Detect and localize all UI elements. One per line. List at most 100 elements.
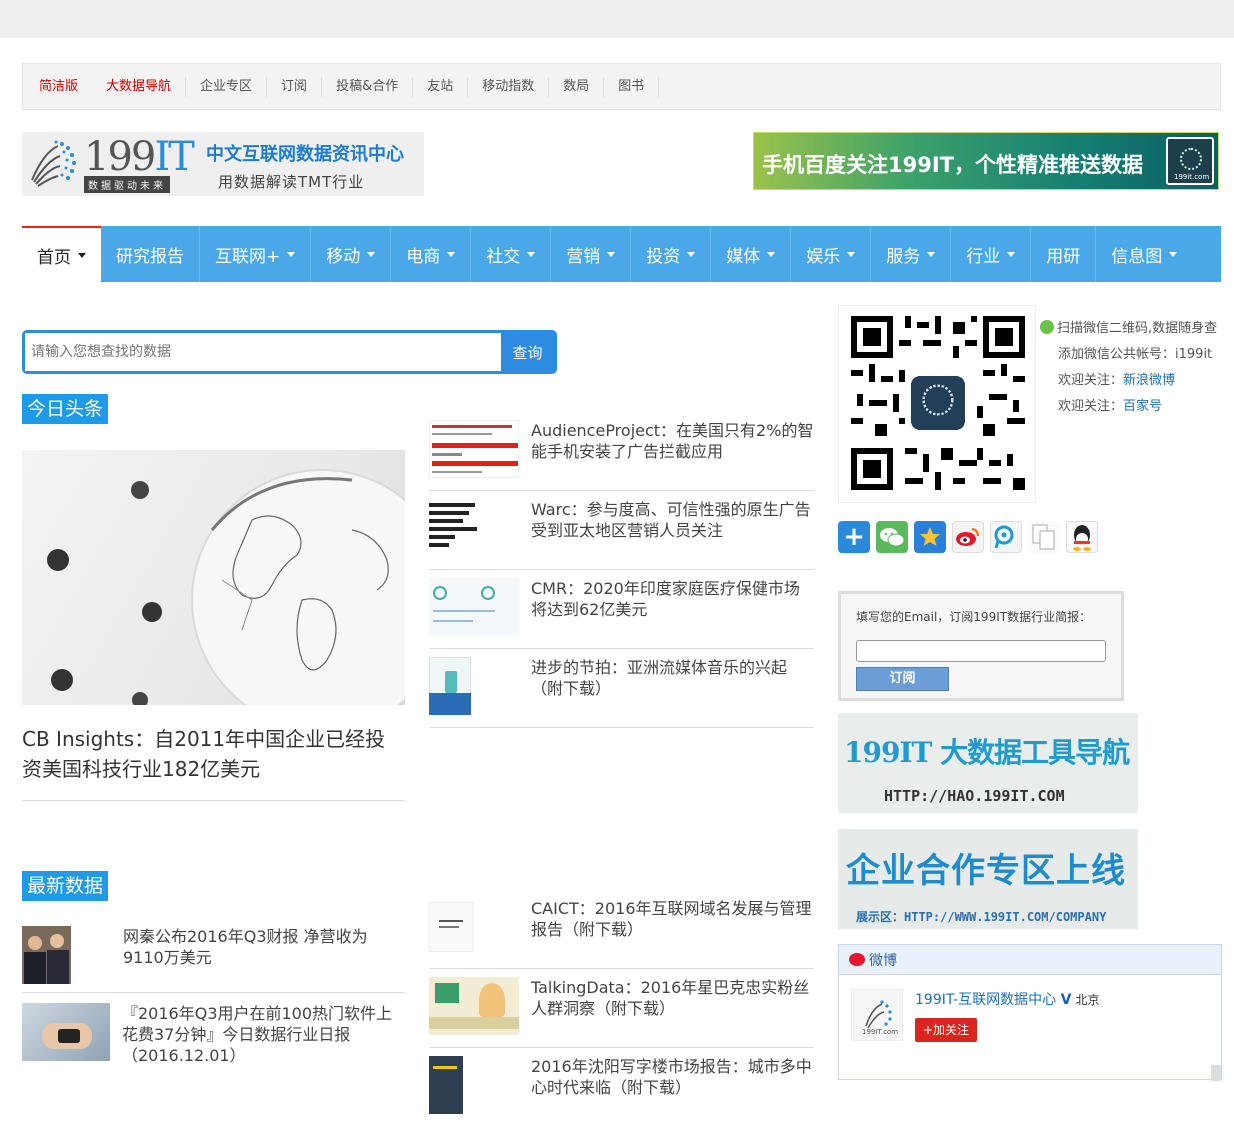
- follow-label: 欢迎关注：: [1058, 373, 1124, 388]
- weibo-link[interactable]: 新浪微博: [1123, 373, 1175, 388]
- ad-company-title: 企业合作专区上线: [846, 851, 1126, 891]
- nav-item-reports[interactable]: 研究报告: [101, 226, 200, 282]
- latest-title: 最新数据: [22, 871, 109, 901]
- scrollbar[interactable]: [1211, 1065, 1221, 1081]
- ad-tools-title: 199IT 大数据工具导航: [844, 736, 1130, 769]
- tencent-weibo-icon[interactable]: [990, 521, 1022, 553]
- toplink-friends[interactable]: 友站: [413, 76, 469, 97]
- follow-button[interactable]: +加关注: [915, 1018, 977, 1042]
- subscribe-button[interactable]: 订阅: [856, 667, 949, 691]
- top-links-bar: 简洁版 大数据导航 企业专区 订阅 投稿&合作 友站 移动指数 数局 图书: [22, 63, 1221, 110]
- nav-item-ecommerce[interactable]: 电商: [391, 226, 472, 282]
- plus-icon[interactable]: +: [838, 521, 870, 553]
- email-field[interactable]: [856, 640, 1106, 662]
- feature-image[interactable]: [22, 450, 405, 705]
- wechat-icon: [1040, 320, 1054, 334]
- ad-company-url: 展示区：HTTP://WWW.199IT.COM/COMPANY: [856, 910, 1107, 924]
- chevron-down-icon: [1007, 251, 1016, 257]
- baidu-follow-banner[interactable]: 手机百度关注199IT，个性精准推送数据 199it.com: [753, 132, 1219, 190]
- headlines-title: 今日头条: [22, 394, 109, 424]
- weibo-header: 微博: [839, 945, 1221, 975]
- list-item-title: AudienceProject：在美国只有2%的智能手机安装了广告拦截应用: [531, 421, 814, 461]
- baijia-link[interactable]: 百家号: [1123, 399, 1162, 414]
- chevron-down-icon: [78, 252, 86, 258]
- chevron-down-icon: [607, 251, 616, 257]
- ad-tools-url: HTTP://HAO.199IT.COM: [884, 787, 1065, 805]
- list-item[interactable]: AudienceProject：在美国只有2%的智能手机安装了广告拦截应用: [429, 412, 814, 491]
- search-button[interactable]: 查询: [501, 333, 554, 371]
- subscribe-label: 填写您的Email，订阅199IT数据行业简报：: [856, 610, 1092, 624]
- avatar[interactable]: 199IT.com: [851, 989, 903, 1041]
- logo-number: 199: [84, 134, 156, 180]
- chevron-down-icon: [1169, 251, 1178, 257]
- toplink-shuju[interactable]: 数局: [549, 76, 605, 97]
- toplink-mobile-index[interactable]: 移动指数: [468, 76, 550, 97]
- list-item[interactable]: CMR：2020年印度家庭医疗保健市场将达到62亿美元: [429, 570, 814, 649]
- list-item-title: 进步的节拍：亚洲流媒体音乐的兴起（附下载）: [531, 658, 788, 698]
- chevron-down-icon: [927, 251, 936, 257]
- banner-text: 手机百度关注199IT，个性精准推送数据: [762, 153, 1143, 177]
- logo-subtitle: 用数据解读TMT行业: [218, 173, 365, 191]
- qq-icon[interactable]: [1066, 521, 1098, 553]
- list-item-title: 网秦公布2016年Q3财报 净营收为9110万美元: [123, 927, 368, 967]
- search-input[interactable]: [25, 333, 501, 371]
- chevron-down-icon: [527, 251, 536, 257]
- list-item[interactable]: CAICT：2016年互联网域名发展与管理报告（附下载）: [429, 890, 814, 969]
- nav-item-industry[interactable]: 行业: [951, 226, 1032, 282]
- list-item-title: Warc：参与度高、可信性强的原生广告受到亚太地区营销人员关注: [531, 500, 811, 540]
- list-item[interactable]: 『2016年Q3用户在前100热门软件上花费37分钟』今日数据行业日报（2016…: [22, 1003, 405, 1074]
- nav-item-media[interactable]: 媒体: [711, 226, 792, 282]
- qr-code-icon: [851, 316, 1025, 490]
- nav-item-marketing[interactable]: 营销: [551, 226, 632, 282]
- toplink-subscribe[interactable]: 订阅: [267, 76, 323, 97]
- nav-item-internet-plus[interactable]: 互联网+: [200, 226, 312, 282]
- chart-thumbnail: [429, 499, 519, 557]
- qzone-icon[interactable]: [914, 521, 946, 553]
- wechat-qr-code: [838, 305, 1036, 503]
- wechat-account-label: 添加微信公共帐号：: [1058, 347, 1176, 362]
- list-item-title: CMR：2020年印度家庭医疗保健市场将达到62亿美元: [531, 579, 800, 619]
- banner-logo-icon: 199it.com: [1166, 137, 1214, 185]
- wechat-account: i199it: [1175, 347, 1213, 362]
- report-cover-thumbnail: [429, 657, 519, 715]
- wechat-icon[interactable]: [876, 521, 908, 553]
- chevron-down-icon: [687, 251, 696, 257]
- list-item[interactable]: Warc：参与度高、可信性强的原生广告受到亚太地区营销人员关注: [429, 491, 814, 570]
- list-item[interactable]: 2016年沈阳写字楼市场报告：城市多中心时代来临（附下载）: [429, 1048, 814, 1126]
- toplink-books[interactable]: 图书: [604, 76, 660, 97]
- nav-item-entertainment[interactable]: 娱乐: [791, 226, 872, 282]
- nav-item-infographics[interactable]: 信息图: [1096, 226, 1192, 282]
- site-logo[interactable]: 199IT 数据驱动未来 中文互联网数据资讯中心 用数据解读TMT行业: [22, 132, 424, 196]
- chevron-down-icon: [287, 251, 296, 257]
- toplink-bigdata-nav[interactable]: 大数据导航: [92, 76, 187, 97]
- list-item-title: CAICT：2016年互联网域名发展与管理报告（附下载）: [531, 899, 812, 939]
- verified-icon: V: [1060, 992, 1072, 1008]
- company-zone-ad[interactable]: 企业合作专区上线 展示区：HTTP://WWW.199IT.COM/COMPAN…: [838, 829, 1138, 929]
- report-cover-thumbnail: [429, 977, 519, 1035]
- weibo-location: 北京: [1075, 993, 1100, 1007]
- chevron-down-icon: [447, 251, 456, 257]
- search-bar: 查询: [22, 330, 557, 374]
- wechat-scan-text: 扫描微信二维码,数据随身查: [1057, 321, 1218, 336]
- nav-item-home[interactable]: 首页: [22, 226, 101, 282]
- nav-item-mobile[interactable]: 移动: [311, 226, 392, 282]
- weibo-account[interactable]: 199IT-互联网数据中心 V 北京: [915, 989, 1099, 1009]
- main-nav: 首页 研究报告 互联网+ 移动 电商 社交 营销 投资 媒体 娱乐 服务 行业 …: [22, 226, 1221, 282]
- list-item[interactable]: 进步的节拍：亚洲流媒体音乐的兴起（附下载）: [429, 649, 814, 728]
- feature-caption[interactable]: CB Insights：自2011年中国企业已经投资美国科技行业182亿美元: [22, 724, 405, 801]
- weibo-icon[interactable]: [952, 521, 984, 553]
- list-item[interactable]: TalkingData：2016年星巴克忠实粉丝人群洞察（附下载）: [429, 969, 814, 1048]
- headlines-list: AudienceProject：在美国只有2%的智能手机安装了广告拦截应用 Wa…: [429, 412, 814, 728]
- copy-icon[interactable]: [1028, 521, 1060, 553]
- nav-item-social[interactable]: 社交: [471, 226, 552, 282]
- bigdata-tools-ad[interactable]: 199IT 大数据工具导航 HTTP://HAO.199IT.COM: [838, 713, 1138, 813]
- toplink-contribute[interactable]: 投稿&合作: [322, 76, 414, 97]
- nav-item-services[interactable]: 服务: [871, 226, 952, 282]
- list-item-title: TalkingData：2016年星巴克忠实粉丝人群洞察（附下载）: [531, 978, 810, 1018]
- toplink-enterprise[interactable]: 企业专区: [186, 76, 268, 97]
- toplink-simple[interactable]: 简洁版: [25, 77, 92, 97]
- browser-top-strip: [0, 0, 1234, 38]
- nav-item-investment[interactable]: 投资: [631, 226, 712, 282]
- list-item[interactable]: 网秦公布2016年Q3财报 净营收为9110万美元: [22, 926, 405, 993]
- nav-item-user-research[interactable]: 用研: [1031, 226, 1097, 282]
